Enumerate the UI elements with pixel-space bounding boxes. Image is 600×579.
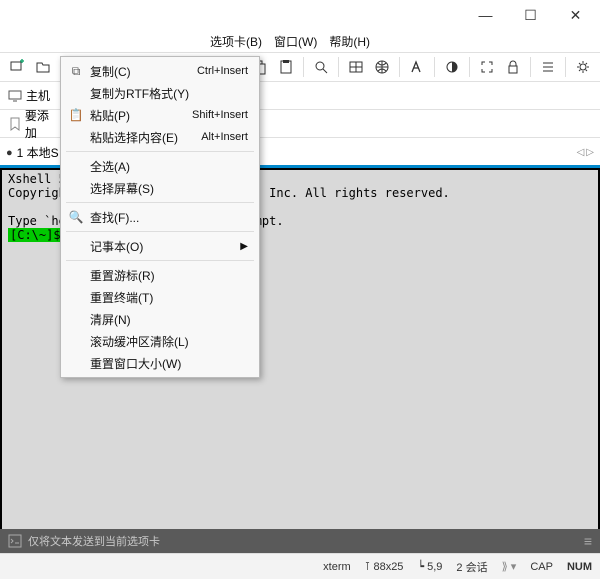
paste-icon[interactable] bbox=[275, 56, 297, 78]
ctx-select-all[interactable]: 全选(A) bbox=[64, 155, 256, 177]
status-size: ⊺ 88x25 bbox=[365, 560, 404, 573]
color-icon[interactable] bbox=[441, 56, 463, 78]
font-icon[interactable] bbox=[406, 56, 428, 78]
bookmark-icon bbox=[8, 117, 21, 131]
gear-icon[interactable] bbox=[572, 56, 594, 78]
window-titlebar: — ☐ ✕ bbox=[0, 0, 600, 30]
status-sessions: 2 会话 bbox=[456, 559, 487, 575]
ctx-reset-cursor[interactable]: 重置游标(R) bbox=[64, 264, 256, 286]
status-more-icon[interactable]: ≡ bbox=[584, 533, 592, 549]
new-tab-icon[interactable] bbox=[6, 56, 28, 78]
close-button[interactable]: ✕ bbox=[553, 1, 598, 29]
lock-icon[interactable] bbox=[502, 56, 524, 78]
ctx-reset-winsize[interactable]: 重置窗口大小(W) bbox=[64, 352, 256, 374]
tab-prev-icon[interactable]: ◁ bbox=[577, 147, 585, 158]
ctx-scroll-clear[interactable]: 滚动缓冲区清除(L) bbox=[64, 330, 256, 352]
terminal-icon bbox=[8, 534, 22, 548]
chevron-right-icon: ▶ bbox=[240, 241, 248, 252]
layout-icon[interactable] bbox=[345, 56, 367, 78]
status-bar-1: 仅将文本发送到当前选项卡 ≡ bbox=[0, 529, 600, 553]
status-num: NUM bbox=[567, 561, 592, 573]
host-icon bbox=[8, 89, 22, 103]
ctx-select-screen[interactable]: 选择屏幕(S) bbox=[64, 177, 256, 199]
search-icon[interactable] bbox=[310, 56, 332, 78]
paste-icon: 📋 bbox=[68, 108, 84, 122]
menu-bar: 选项卡(B) 窗口(W) 帮助(H) bbox=[0, 30, 600, 52]
globe-icon[interactable] bbox=[371, 56, 393, 78]
ctx-find[interactable]: 🔍查找(F)... bbox=[64, 206, 256, 228]
terminal-line1: Xshell 5 bbox=[8, 172, 66, 186]
ctx-clear[interactable]: 清屏(N) bbox=[64, 308, 256, 330]
context-menu: ⧉复制(C)Ctrl+Insert 复制为RTF格式(Y) 📋粘贴(P)Shif… bbox=[60, 56, 260, 378]
menu-tabs[interactable]: 选项卡(B) bbox=[210, 33, 262, 50]
minimize-button[interactable]: — bbox=[463, 1, 508, 29]
menu-help[interactable]: 帮助(H) bbox=[329, 33, 370, 50]
terminal-line2b: ter, Inc. All rights reserved. bbox=[233, 186, 450, 200]
copy-icon: ⧉ bbox=[68, 64, 84, 79]
menu-window[interactable]: 窗口(W) bbox=[274, 33, 317, 50]
status-bar-2: xterm ⊺ 88x25 ┕ 5,9 2 会话 ⟫ ▾ CAP NUM bbox=[0, 553, 600, 579]
status-text: 仅将文本发送到当前选项卡 bbox=[28, 533, 160, 549]
status-cap: CAP bbox=[530, 561, 553, 573]
status-pos: ┕ 5,9 bbox=[417, 560, 442, 573]
status-xterm: xterm bbox=[323, 561, 351, 573]
host-label: 主机 bbox=[26, 87, 50, 104]
open-icon[interactable] bbox=[32, 56, 54, 78]
status-chevrons-icon[interactable]: ⟫ ▾ bbox=[502, 560, 517, 573]
ctx-paste[interactable]: 📋粘贴(P)Shift+Insert bbox=[64, 104, 256, 126]
maximize-button[interactable]: ☐ bbox=[508, 1, 553, 29]
ctx-paste-sel[interactable]: 粘贴选择内容(E)Alt+Insert bbox=[64, 126, 256, 148]
fullscreen-icon[interactable] bbox=[476, 56, 498, 78]
search-icon: 🔍 bbox=[68, 210, 84, 224]
ctx-copy[interactable]: ⧉复制(C)Ctrl+Insert bbox=[64, 60, 256, 82]
tab-bullet-icon: ● bbox=[6, 147, 13, 159]
ctx-reset-term[interactable]: 重置终端(T) bbox=[64, 286, 256, 308]
tab-next-icon[interactable]: ▷ bbox=[586, 147, 594, 158]
tab-name[interactable]: 1 本地S bbox=[17, 144, 59, 161]
add-label: 要添加 bbox=[25, 107, 58, 141]
ctx-notepad[interactable]: 记事本(O)▶ bbox=[64, 235, 256, 257]
list-icon[interactable] bbox=[537, 56, 559, 78]
ctx-copy-rtf[interactable]: 复制为RTF格式(Y) bbox=[64, 82, 256, 104]
